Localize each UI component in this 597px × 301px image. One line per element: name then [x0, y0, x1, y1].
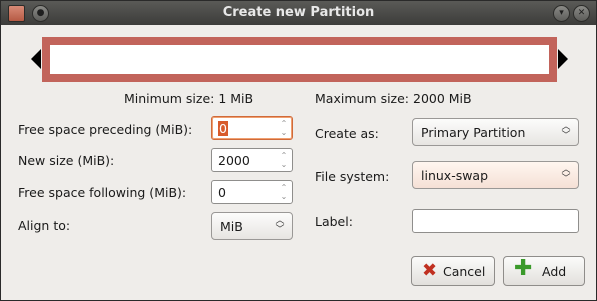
spin-buttons-icon[interactable]: ⌃ ⌄ [278, 183, 290, 201]
add-plus-icon: ✚ [514, 256, 533, 281]
partition-bar-usage [50, 45, 549, 74]
chevron-updown-icon: ︿ ﹀ [561, 165, 571, 184]
align-to-label: Align to: [18, 218, 71, 233]
left-resize-handle-icon[interactable] [31, 49, 41, 69]
spin-buttons-icon[interactable]: ⌃ ⌄ [278, 151, 290, 169]
window-title: Create new Partition [222, 5, 375, 20]
minimize-icon[interactable]: ▾ [553, 5, 570, 22]
maximum-size-label: Maximum size: 2000 MiB [315, 91, 472, 106]
spin-buttons-icon[interactable]: ⌃ ⌄ [278, 119, 290, 137]
label-label: Label: [315, 214, 353, 229]
free-space-preceding-value: 0 [218, 121, 228, 136]
chevron-updown-icon: ︿ ﹀ [275, 216, 285, 235]
label-input[interactable] [412, 209, 579, 233]
create-as-select[interactable]: Primary Partition ︿ ﹀ [412, 118, 579, 146]
create-partition-dialog: ● Create new Partition ▾ ✕ Minimum size:… [0, 0, 597, 301]
right-resize-handle-icon[interactable] [558, 49, 568, 69]
free-space-following-value: 0 [218, 185, 226, 200]
cancel-x-icon: ✖ [422, 260, 438, 281]
create-as-label: Create as: [315, 126, 379, 141]
minimum-size-label: Minimum size: 1 MiB [124, 91, 254, 106]
close-icon[interactable]: ✕ [573, 5, 590, 22]
cancel-button-label: Cancel [443, 264, 486, 279]
align-to-value: MiB [220, 219, 243, 234]
add-button-label: Add [542, 264, 567, 279]
free-space-preceding-input[interactable]: 0 ⌃ ⌄ [211, 116, 293, 140]
file-system-select[interactable]: linux-swap ︿ ﹀ [412, 161, 579, 189]
new-size-value: 2000 [218, 153, 250, 168]
free-space-preceding-label: Free space preceding (MiB): [18, 122, 193, 137]
partition-bar[interactable] [42, 37, 557, 82]
file-system-label: File system: [315, 169, 390, 184]
free-space-following-input[interactable]: 0 ⌃ ⌄ [211, 180, 293, 204]
create-as-value: Primary Partition [421, 125, 526, 140]
file-system-value: linux-swap [421, 168, 489, 183]
add-button[interactable]: ✚ Add [503, 256, 585, 286]
chevron-updown-icon: ︿ ﹀ [561, 122, 571, 141]
new-size-input[interactable]: 2000 ⌃ ⌄ [211, 148, 293, 172]
partition-resizer[interactable] [31, 35, 568, 83]
new-size-label: New size (MiB): [18, 153, 115, 168]
cancel-button[interactable]: ✖ Cancel [411, 256, 495, 286]
titlebar: ● Create new Partition ▾ ✕ [1, 1, 596, 25]
free-space-following-label: Free space following (MiB): [18, 185, 187, 200]
align-to-select[interactable]: MiB ︿ ﹀ [211, 212, 293, 240]
